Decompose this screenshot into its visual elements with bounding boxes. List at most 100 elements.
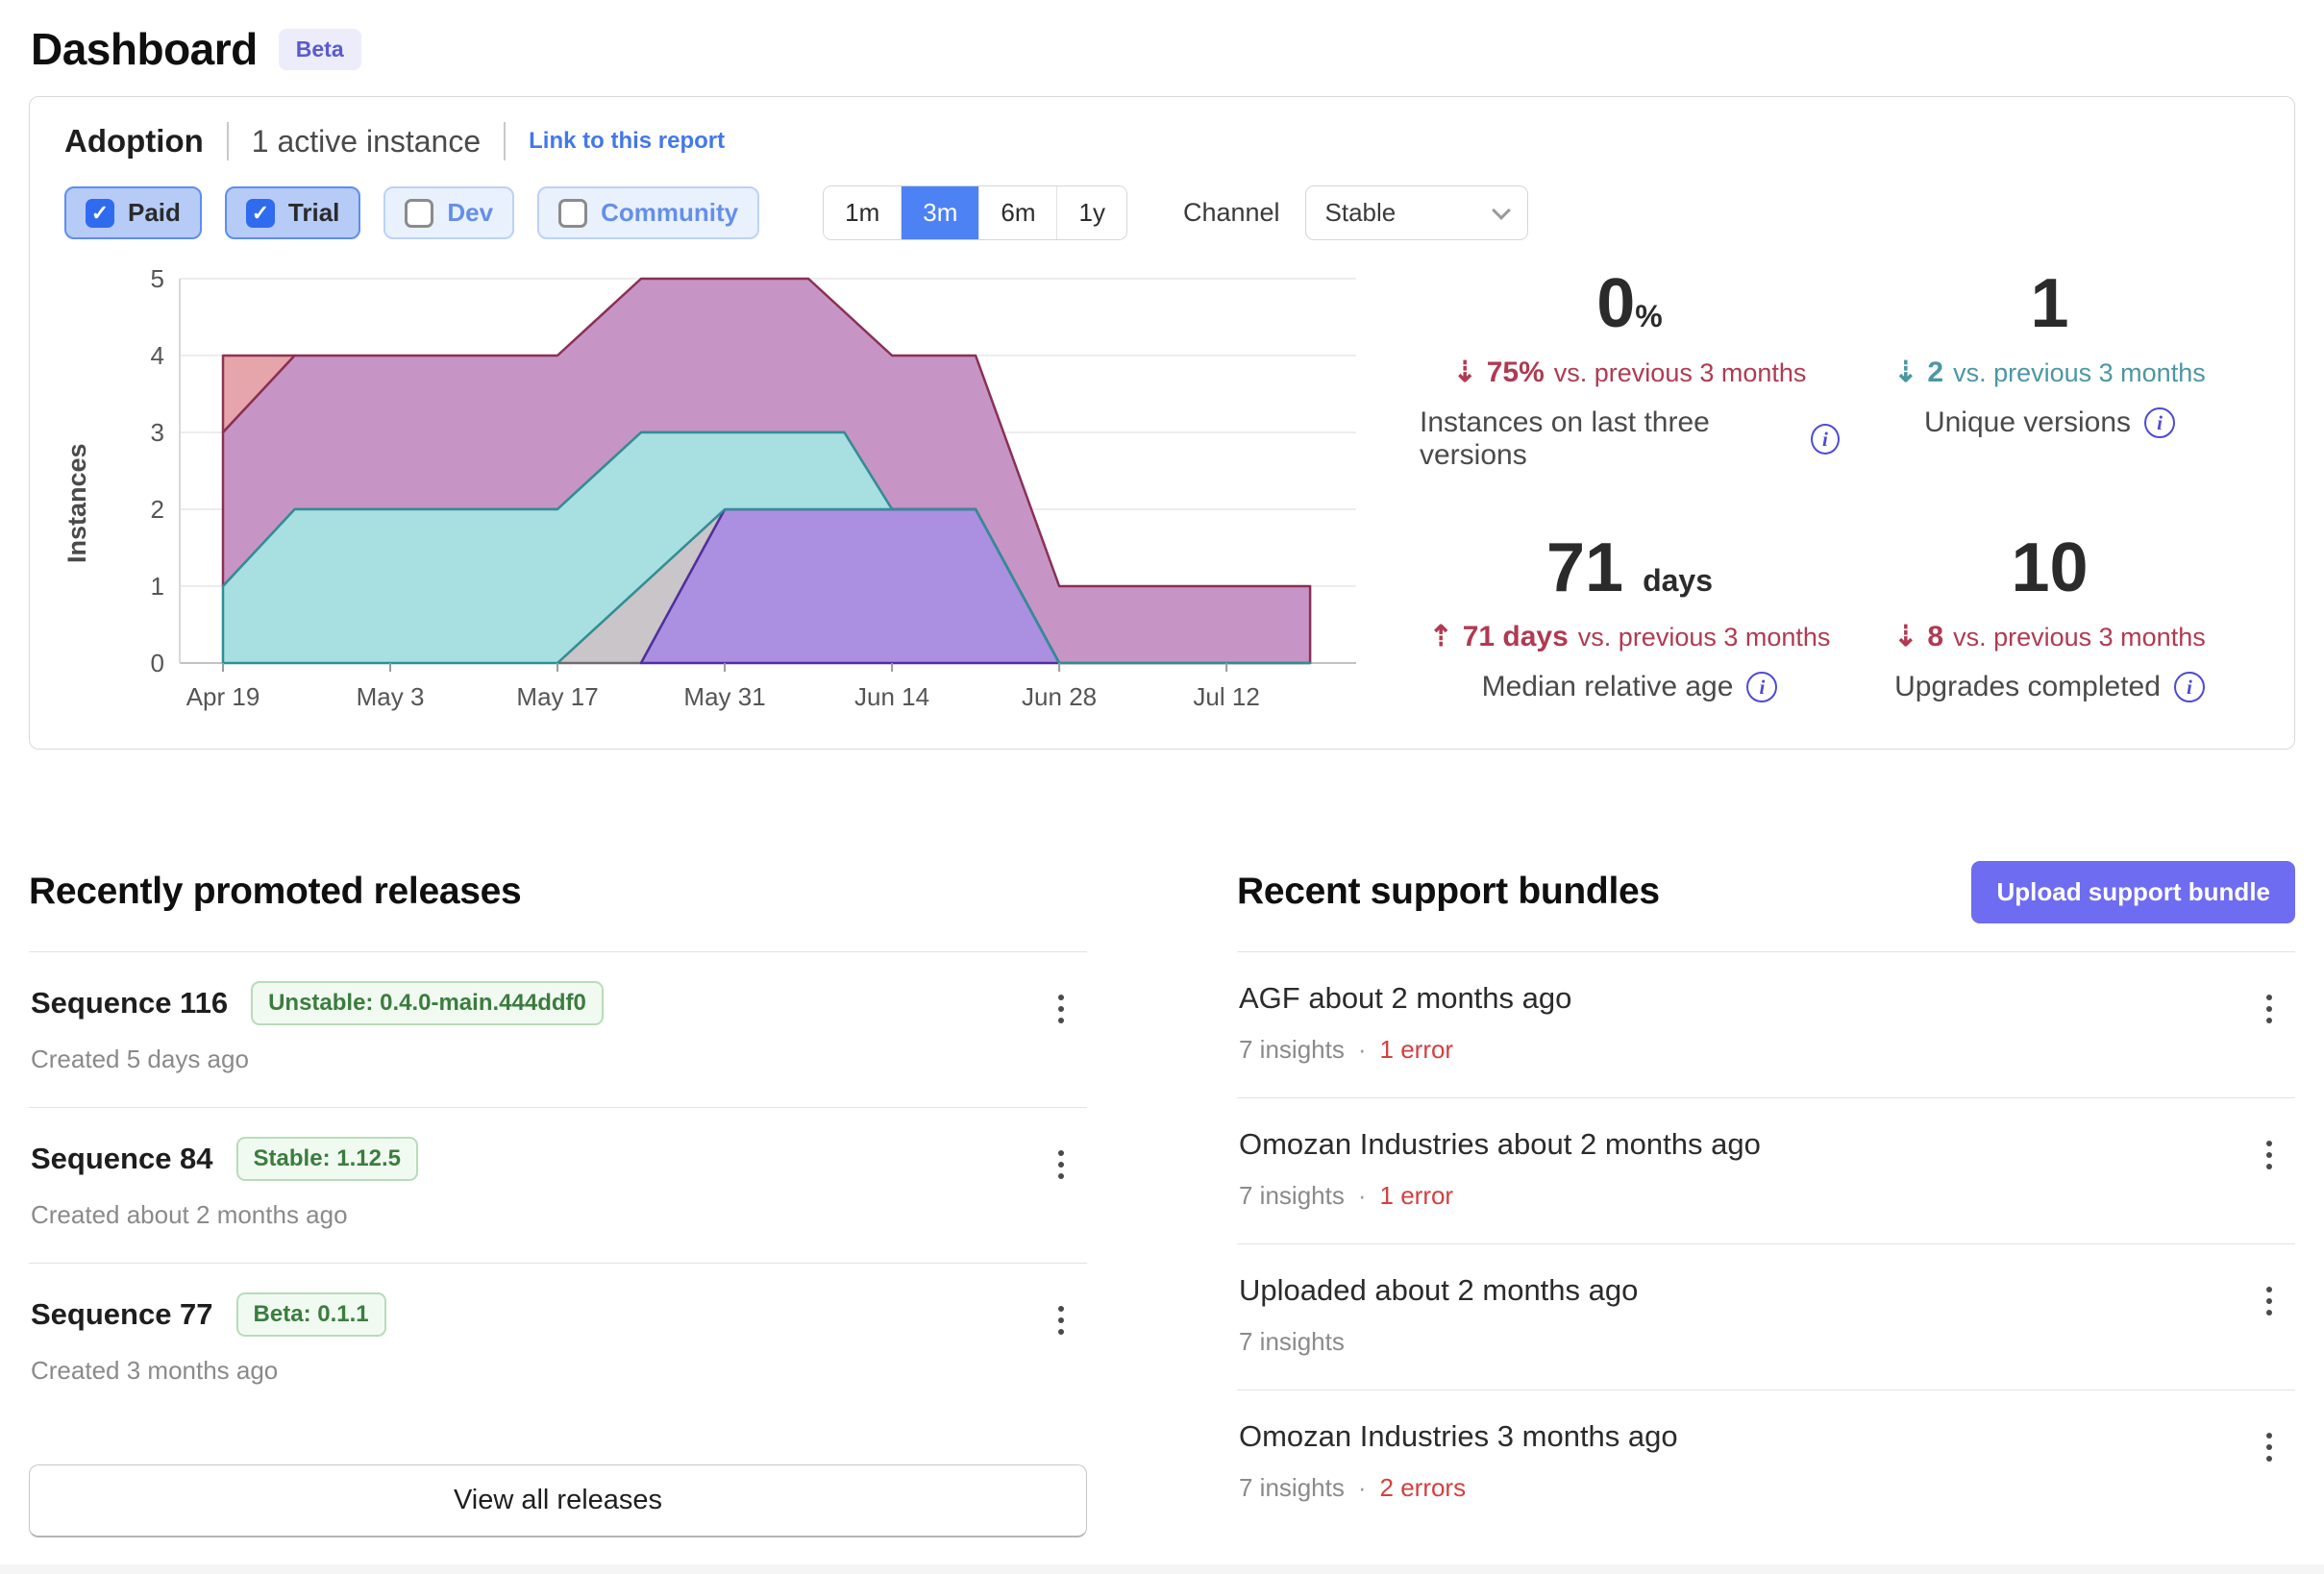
kebab-menu-icon[interactable] — [2261, 989, 2278, 1029]
channel-select[interactable]: Stable — [1305, 185, 1528, 240]
info-icon[interactable]: i — [1746, 672, 1777, 702]
range-6m-button[interactable]: 6m — [978, 186, 1056, 239]
releases-heading: Recently promoted releases — [29, 871, 521, 913]
filter-paid[interactable]: ✓ Paid — [64, 186, 202, 239]
kebab-menu-icon[interactable] — [2261, 1427, 2278, 1467]
divider — [504, 122, 506, 160]
release-row[interactable]: Sequence 84 Stable: 1.12.5 Created about… — [29, 1108, 1087, 1264]
kebab-menu-icon[interactable] — [2261, 1281, 2278, 1321]
upload-support-bundle-button[interactable]: Upload support bundle — [1971, 861, 2295, 923]
trend-down-icon: ⇣ — [1453, 356, 1477, 389]
range-1m-button[interactable]: 1m — [824, 186, 901, 239]
bundle-errors: 2 errors — [1380, 1473, 1467, 1503]
stat-delta: ⇣ 75% vs. previous 3 months — [1453, 356, 1807, 389]
kebab-menu-icon[interactable] — [2261, 1135, 2278, 1175]
checkbox-checked-icon: ✓ — [86, 199, 114, 228]
bundles-heading: Recent support bundles — [1237, 871, 1660, 913]
filter-label: Community — [601, 198, 738, 228]
release-version-badge: Stable: 1.12.5 — [236, 1137, 418, 1181]
info-icon[interactable]: i — [2144, 407, 2175, 438]
svg-text:Jul 12: Jul 12 — [1193, 682, 1259, 711]
link-to-report[interactable]: Link to this report — [529, 128, 725, 155]
bundle-row[interactable]: Omozan Industries about 2 months ago 7 i… — [1237, 1098, 2295, 1244]
checkbox-checked-icon: ✓ — [246, 199, 275, 228]
release-version-badge: Unstable: 0.4.0-main.444ddf0 — [251, 981, 604, 1025]
bundle-title: AGF about 2 months ago — [1239, 981, 1571, 1016]
bundle-title: Omozan Industries about 2 months ago — [1239, 1127, 1761, 1162]
stat-label: Unique versions i — [1924, 406, 2175, 439]
bundle-errors: 1 error — [1380, 1181, 1454, 1211]
stat-value: 1 — [2030, 269, 2068, 338]
filter-dev[interactable]: Dev — [383, 186, 514, 239]
trend-up-icon: ⇡ — [1429, 620, 1453, 653]
release-created: Created 3 months ago — [31, 1356, 1083, 1386]
svg-text:4: 4 — [151, 341, 164, 370]
stat-value: 0% — [1596, 269, 1663, 338]
time-range-group: 1m 3m 6m 1y — [823, 185, 1127, 240]
range-3m-button[interactable]: 3m — [901, 186, 978, 239]
stacked-area-chart: 012345Apr 19May 3May 17May 31Jun 14Jun 2… — [122, 265, 1391, 725]
active-instance-count: 1 active instance — [252, 124, 481, 160]
release-title: Sequence 84 — [31, 1142, 213, 1176]
svg-text:Apr 19: Apr 19 — [186, 682, 260, 711]
dot-separator: · — [1358, 1035, 1367, 1065]
stat-instances-last-three-versions: 0% ⇣ 75% vs. previous 3 months Instances… — [1420, 269, 1840, 472]
adoption-card-header: Adoption 1 active instance Link to this … — [64, 122, 2260, 160]
info-icon[interactable]: i — [1811, 424, 1840, 455]
y-axis-title: Instances — [62, 443, 92, 563]
svg-text:Jun 28: Jun 28 — [1022, 682, 1097, 711]
view-all-releases-button[interactable]: View all releases — [29, 1464, 1087, 1537]
bundle-row[interactable]: Omozan Industries 3 months ago 7 insight… — [1237, 1390, 2295, 1536]
svg-text:May 31: May 31 — [683, 682, 765, 711]
channel-selected-value: Stable — [1325, 198, 1397, 228]
release-row[interactable]: Sequence 116 Unstable: 0.4.0-main.444ddf… — [29, 952, 1087, 1108]
releases-header: Recently promoted releases — [29, 857, 1087, 926]
bundle-errors: 1 error — [1380, 1035, 1454, 1065]
adoption-chart: Instances 012345Apr 19May 3May 17May 31J… — [64, 265, 1391, 729]
stat-upgrades-completed: 10 ⇣ 8 vs. previous 3 months Upgrades co… — [1840, 533, 2260, 703]
stat-unique-versions: 1 ⇣ 2 vs. previous 3 months Unique versi… — [1840, 269, 2260, 472]
stat-delta: ⇡ 71 days vs. previous 3 months — [1429, 620, 1831, 653]
svg-text:3: 3 — [151, 418, 164, 447]
checkbox-empty-icon — [558, 199, 587, 228]
svg-text:0: 0 — [151, 649, 164, 677]
svg-text:1: 1 — [151, 572, 164, 601]
filter-trial[interactable]: ✓ Trial — [225, 186, 360, 239]
bundle-title: Omozan Industries 3 months ago — [1239, 1419, 1678, 1454]
beta-badge: Beta — [279, 29, 361, 70]
svg-text:Jun 14: Jun 14 — [854, 682, 929, 711]
page-bottom-strip — [0, 1564, 2324, 1574]
release-row[interactable]: Sequence 77 Beta: 0.1.1 Created 3 months… — [29, 1264, 1087, 1418]
range-1y-button[interactable]: 1y — [1056, 186, 1125, 239]
stat-value: 71 days — [1546, 533, 1713, 603]
filter-community[interactable]: Community — [537, 186, 759, 239]
kebab-menu-icon[interactable] — [1052, 989, 1070, 1029]
support-bundles-section: Recent support bundles Upload support bu… — [1237, 857, 2295, 1537]
bundle-row[interactable]: Uploaded about 2 months ago 7 insights — [1237, 1244, 2295, 1390]
stats-grid: 0% ⇣ 75% vs. previous 3 months Instances… — [1420, 269, 2260, 729]
kebab-menu-icon[interactable] — [1052, 1300, 1070, 1340]
channel-control: Channel Stable — [1183, 185, 1528, 240]
stat-delta: ⇣ 2 vs. previous 3 months — [1893, 356, 2205, 389]
channel-label: Channel — [1183, 198, 1280, 228]
release-title: Sequence 77 — [31, 1297, 213, 1332]
kebab-menu-icon[interactable] — [1052, 1144, 1070, 1185]
checkbox-empty-icon — [405, 199, 433, 228]
dot-separator: · — [1358, 1181, 1367, 1211]
filter-label: Dev — [447, 198, 493, 228]
bundle-insights: 7 insights — [1239, 1035, 1345, 1065]
trend-down-icon: ⇣ — [1893, 620, 1917, 653]
bundle-title: Uploaded about 2 months ago — [1239, 1273, 1638, 1308]
bundle-row[interactable]: AGF about 2 months ago 7 insights · 1 er… — [1237, 952, 2295, 1098]
bundle-insights: 7 insights — [1239, 1473, 1345, 1503]
adoption-title: Adoption — [64, 123, 204, 160]
info-icon[interactable]: i — [2174, 672, 2205, 702]
svg-text:May 3: May 3 — [357, 682, 425, 711]
stat-label: Median relative age i — [1482, 671, 1778, 703]
stat-label: Upgrades completed i — [1894, 671, 2205, 703]
lower-sections: Recently promoted releases Sequence 116 … — [29, 857, 2295, 1537]
filter-label: Paid — [128, 198, 181, 228]
page-header: Dashboard Beta — [29, 23, 2295, 75]
release-version-badge: Beta: 0.1.1 — [236, 1292, 386, 1337]
release-created: Created 5 days ago — [31, 1045, 1083, 1074]
